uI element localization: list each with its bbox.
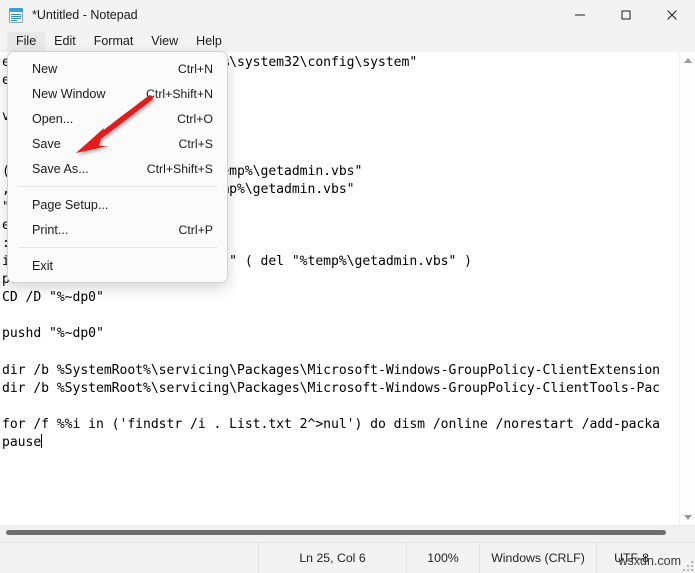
file-dropdown-menu: New Ctrl+N New Window Ctrl+Shift+N Open.… [7, 51, 228, 283]
close-button[interactable] [649, 0, 695, 30]
chevron-down-icon [684, 514, 692, 520]
menu-item-print-accel: Ctrl+P [178, 222, 213, 237]
scroll-up-button[interactable] [680, 52, 695, 68]
menu-item-print[interactable]: Print... Ctrl+P [8, 217, 227, 242]
status-bar-spacer [0, 543, 258, 573]
scroll-down-button[interactable] [680, 509, 695, 525]
menu-separator-2 [18, 247, 217, 248]
menu-item-exit[interactable]: Exit [8, 253, 227, 278]
scrollbar-corner [679, 525, 695, 542]
menubar-item-help[interactable]: Help [187, 32, 231, 51]
menu-item-new-accel: Ctrl+N [177, 61, 213, 76]
menu-item-new-window[interactable]: New Window Ctrl+Shift+N [8, 81, 227, 106]
title-bar-left: *Untitled - Notepad [0, 7, 557, 24]
menu-item-new-label: New [32, 61, 58, 76]
status-bar: Ln 25, Col 6 100% Windows (CRLF) UTF-8 w… [0, 542, 695, 573]
menubar-item-edit[interactable]: Edit [45, 32, 85, 51]
menu-item-print-label: Print... [32, 222, 69, 237]
menu-item-exit-label: Exit [32, 258, 53, 273]
minimize-button[interactable] [557, 0, 603, 30]
menubar-item-view[interactable]: View [142, 32, 187, 51]
menubar-item-format[interactable]: Format [85, 32, 143, 51]
menu-item-open-accel: Ctrl+O [177, 111, 213, 126]
chevron-up-icon [684, 57, 692, 63]
minimize-icon [575, 14, 585, 16]
menu-item-save-as-label: Save As... [32, 161, 89, 176]
maximize-button[interactable] [603, 0, 649, 30]
window-title: *Untitled - Notepad [32, 8, 138, 22]
horizontal-scrollbar-thumb[interactable] [6, 530, 666, 535]
menu-item-page-setup-label: Page Setup... [32, 197, 109, 212]
title-bar[interactable]: *Untitled - Notepad [0, 0, 695, 30]
resize-grip[interactable] [683, 561, 693, 571]
text-caret [41, 433, 43, 448]
menu-item-open-label: Open... [32, 111, 74, 126]
menubar-item-file[interactable]: File [7, 31, 46, 51]
menu-item-save-label: Save [32, 136, 61, 151]
close-icon [667, 10, 677, 20]
menu-item-save-as[interactable]: Save As... Ctrl+Shift+S [8, 156, 227, 181]
menu-bar: File Edit Format View Help [0, 30, 695, 52]
menu-item-save-as-accel: Ctrl+Shift+S [146, 161, 213, 176]
menu-item-new[interactable]: New Ctrl+N [8, 56, 227, 81]
status-zoom-level[interactable]: 100% [406, 542, 479, 573]
menu-item-page-setup[interactable]: Page Setup... [8, 192, 227, 217]
menu-item-open[interactable]: Open... Ctrl+O [8, 106, 227, 131]
vertical-scrollbar[interactable] [679, 52, 695, 525]
window-controls [557, 0, 695, 30]
notepad-icon [8, 7, 25, 24]
menu-item-save[interactable]: Save Ctrl+S [8, 131, 227, 156]
watermark-text: wsxdn.com [618, 554, 681, 568]
menu-item-new-window-label: New Window [32, 86, 106, 101]
status-line-column: Ln 25, Col 6 [258, 542, 406, 573]
menu-item-save-accel: Ctrl+S [178, 136, 213, 151]
status-line-ending[interactable]: Windows (CRLF) [479, 542, 596, 573]
menu-item-new-window-accel: Ctrl+Shift+N [146, 86, 213, 101]
notepad-window: *Untitled - Notepad File Edit Format Vie… [0, 0, 695, 573]
maximize-icon [621, 10, 631, 20]
menu-separator-1 [18, 186, 217, 187]
horizontal-scrollbar[interactable] [0, 525, 679, 542]
